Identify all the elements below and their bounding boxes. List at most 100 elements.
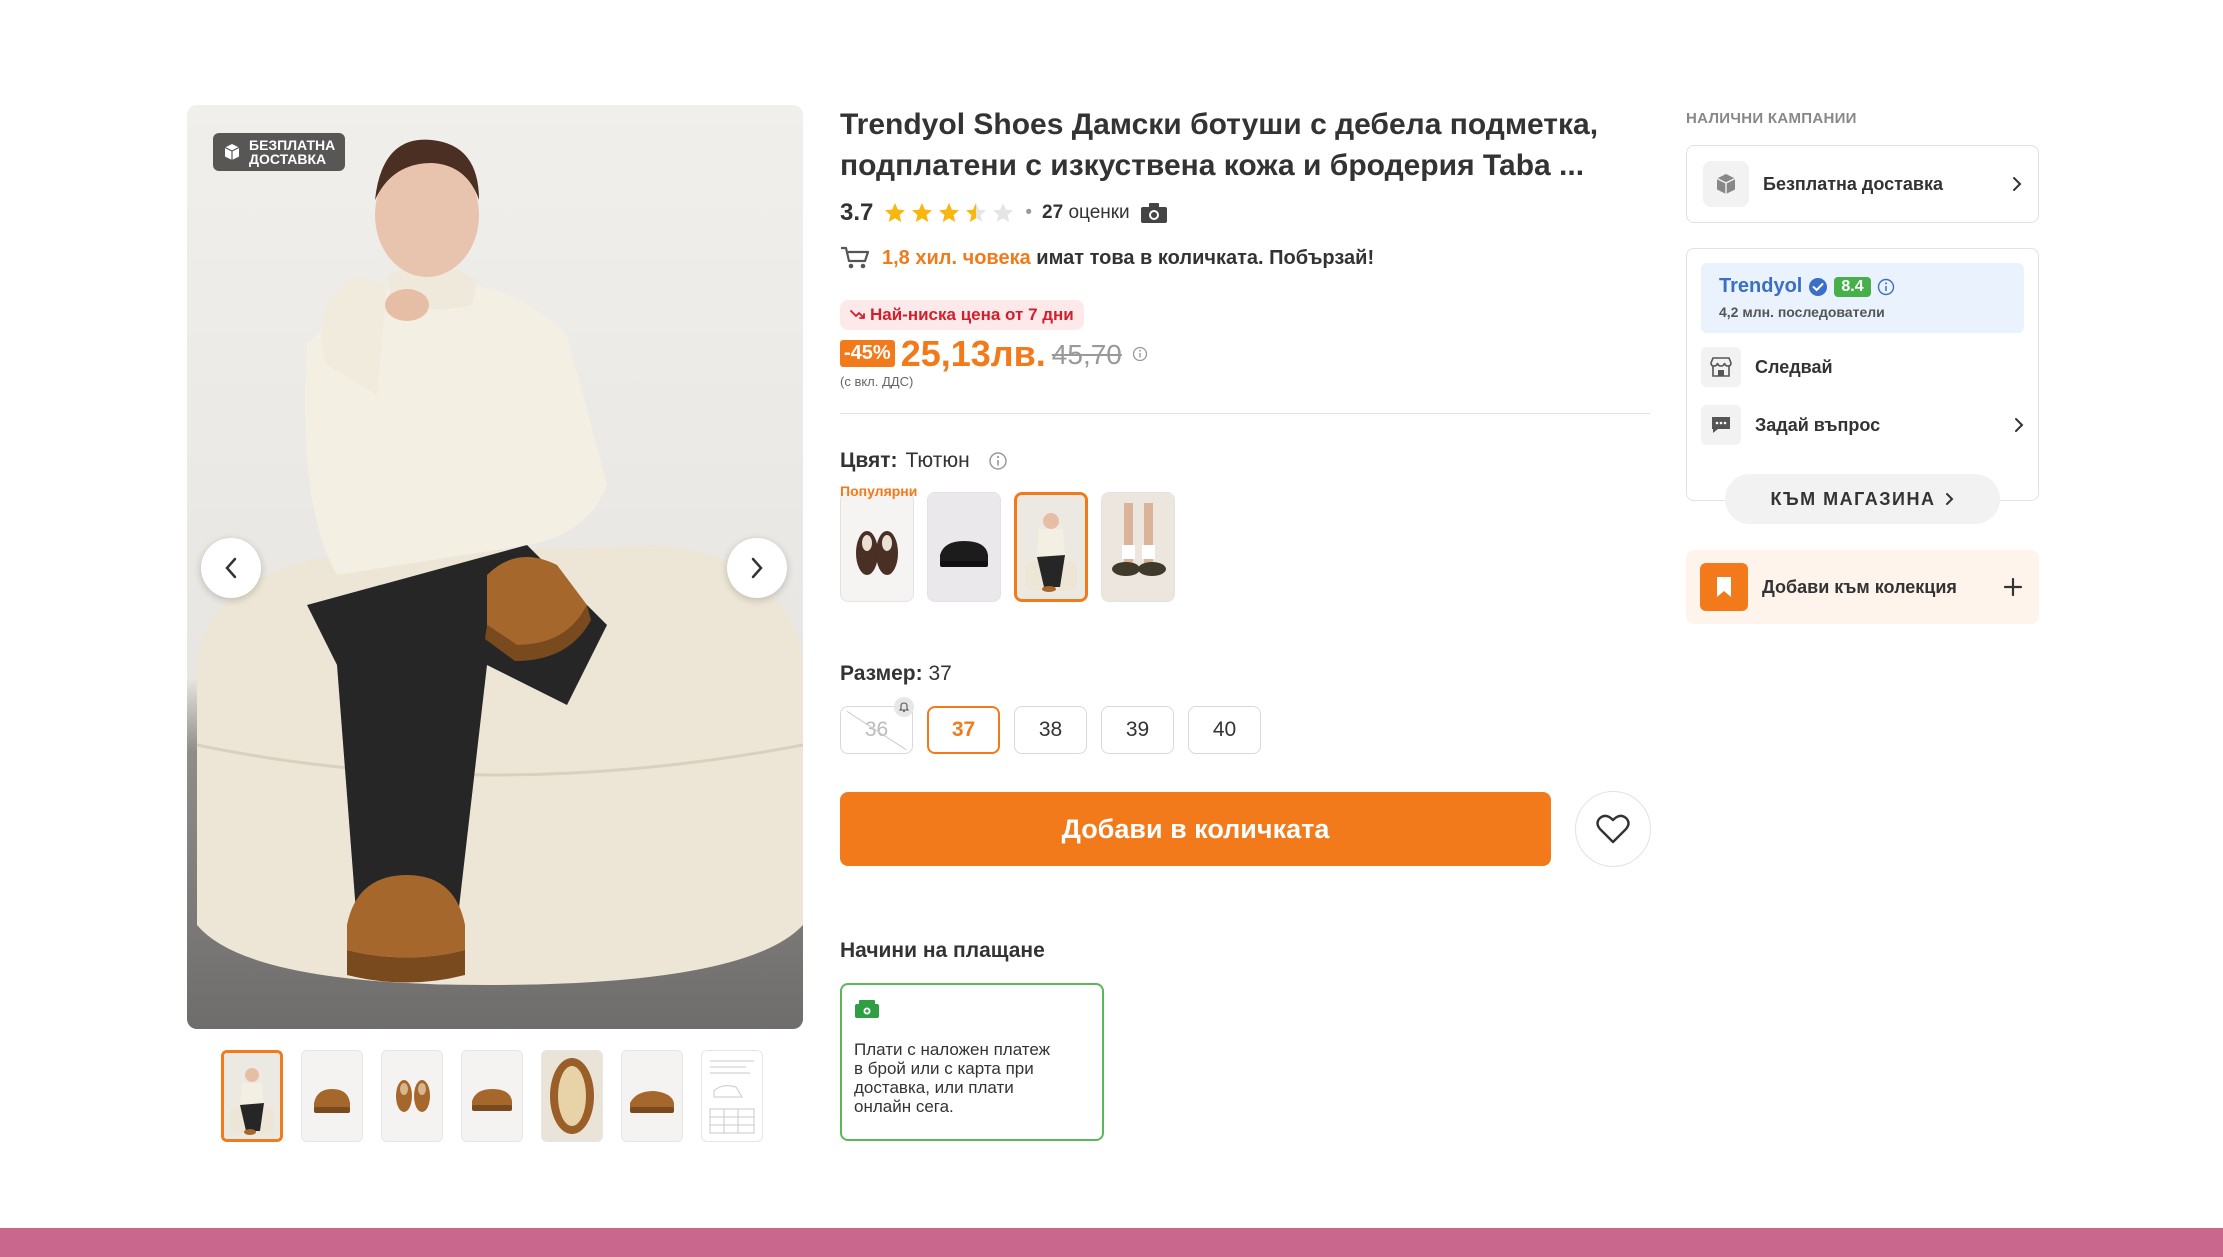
info-icon[interactable] bbox=[1132, 346, 1148, 362]
free-shipping-badge: БЕЗПЛАТНА ДОСТАВКА bbox=[213, 133, 346, 171]
size-options: 36 37 38 39 40 bbox=[840, 697, 1261, 754]
campaign-free-shipping[interactable]: Безплатна доставка bbox=[1686, 145, 2039, 223]
ask-question-button[interactable]: Задай въпрос bbox=[1701, 401, 2024, 449]
info-icon[interactable] bbox=[988, 451, 1008, 471]
gallery-thumbnail[interactable] bbox=[621, 1050, 683, 1142]
gallery-thumbnail[interactable] bbox=[541, 1050, 603, 1142]
chevron-right-icon bbox=[2015, 418, 2024, 432]
to-store-button[interactable]: КЪМ МАГАЗИНА bbox=[1725, 474, 2000, 524]
color-swatch[interactable] bbox=[1101, 492, 1175, 602]
size-label: Размер: 37 bbox=[840, 662, 952, 686]
campaign-label: Безплатна доставка bbox=[1763, 173, 1944, 194]
favorite-button[interactable] bbox=[1575, 791, 1651, 867]
color-swatch[interactable] bbox=[927, 492, 1001, 602]
social-proof-highlight: 1,8 хил. човека bbox=[882, 246, 1031, 269]
gallery-thumbnail[interactable] bbox=[701, 1050, 763, 1142]
dot-separator: • bbox=[1025, 202, 1033, 223]
gallery-next-button[interactable] bbox=[727, 538, 787, 598]
popular-tag: Популярни bbox=[840, 483, 918, 499]
seller-score: 8.4 bbox=[1834, 276, 1871, 297]
rating-row: 3.7 • 27 оценки bbox=[840, 199, 1168, 227]
product-title: Trendyol Shoes Дамски ботуши с дебела по… bbox=[840, 104, 1660, 186]
unavailable-strike bbox=[846, 710, 907, 751]
gallery-thumbnail[interactable] bbox=[461, 1050, 523, 1142]
store-icon bbox=[1701, 347, 1741, 387]
lowest-price-text: Най-ниска цена от 7 дни bbox=[870, 305, 1074, 324]
product-photo bbox=[187, 105, 803, 1029]
star-empty-icon bbox=[993, 203, 1014, 222]
color-swatch[interactable] bbox=[840, 492, 914, 602]
rating-value: 3.7 bbox=[840, 199, 874, 226]
reviews-link[interactable]: 27 оценки bbox=[1042, 202, 1130, 224]
payment-method-card[interactable]: Плати с наложен платеж в брой или с карт… bbox=[840, 983, 1104, 1141]
color-label: Цвят: Тютюн bbox=[840, 449, 1008, 473]
size-option[interactable]: 36 bbox=[840, 697, 914, 754]
star-icon bbox=[939, 203, 960, 222]
social-proof: 1,8 хил. човека имат това в количката. П… bbox=[840, 245, 1374, 271]
follow-button[interactable]: Следвай bbox=[1701, 343, 2024, 391]
old-price: 45,70 bbox=[1051, 339, 1122, 370]
star-icon bbox=[885, 203, 906, 222]
gallery-thumbnail[interactable] bbox=[301, 1050, 363, 1142]
divider bbox=[840, 413, 1650, 414]
gallery-thumbnail[interactable] bbox=[381, 1050, 443, 1142]
main-product-image[interactable]: БЕЗПЛАТНА ДОСТАВКА bbox=[187, 105, 803, 1029]
add-to-collection-button[interactable]: Добави към колекция bbox=[1686, 550, 2039, 624]
bottom-bar bbox=[0, 1228, 2223, 1257]
size-option-label: 39 bbox=[1125, 718, 1150, 741]
box-icon bbox=[1703, 161, 1749, 207]
gallery-prev-button[interactable] bbox=[201, 538, 261, 598]
trend-down-icon bbox=[850, 310, 865, 319]
vat-note: (с вкл. ДДС) bbox=[840, 374, 914, 389]
size-option[interactable]: 39 bbox=[1101, 706, 1174, 754]
size-option[interactable]: 40 bbox=[1188, 706, 1261, 754]
box-icon bbox=[223, 143, 241, 161]
size-option[interactable]: 37 bbox=[927, 706, 1000, 754]
color-swatches bbox=[840, 492, 1175, 602]
follow-label: Следвай bbox=[1755, 356, 1833, 377]
info-icon[interactable] bbox=[1877, 278, 1895, 296]
reviews-count: 27 bbox=[1042, 202, 1064, 223]
plus-icon bbox=[2003, 577, 2023, 597]
size-value: 37 bbox=[928, 662, 952, 685]
chevron-right-icon bbox=[2013, 177, 2022, 191]
payment-method-text: Плати с наложен платеж в брой или с карт… bbox=[854, 1040, 1051, 1116]
social-proof-text: имат това в количката. Побързай! bbox=[1036, 246, 1375, 269]
seller-card: Trendyol 8.4 4,2 млн. последователи След… bbox=[1686, 248, 2039, 501]
camera-icon bbox=[1140, 203, 1167, 223]
color-swatch[interactable] bbox=[1014, 492, 1088, 602]
bookmark-icon bbox=[1700, 563, 1748, 611]
ask-question-label: Задай въпрос bbox=[1755, 414, 1881, 435]
current-price: 25,13лв. bbox=[900, 333, 1046, 374]
to-store-label: КЪМ МАГАЗИНА bbox=[1770, 488, 1936, 509]
cart-icon bbox=[841, 246, 870, 269]
star-half-icon bbox=[966, 203, 987, 222]
seller-name[interactable]: Trendyol bbox=[1719, 275, 1802, 298]
product-brand[interactable]: Trendyol Shoes bbox=[840, 108, 1063, 141]
gallery-thumbnails bbox=[221, 1050, 763, 1142]
cash-icon bbox=[855, 1000, 879, 1018]
add-to-cart-button[interactable]: Добави в количката bbox=[840, 792, 1551, 866]
price-row: -45% 25,13лв. 45,70 bbox=[840, 334, 1148, 374]
campaigns-title: НАЛИЧНИ КАМПАНИИ bbox=[1686, 110, 1857, 127]
seller-followers: 4,2 млн. последователи bbox=[1719, 304, 1885, 320]
discount-badge: -45% bbox=[840, 340, 895, 367]
collection-label: Добави към колекция bbox=[1762, 576, 1957, 597]
color-value: Тютюн bbox=[905, 449, 970, 472]
verified-icon bbox=[1809, 277, 1828, 296]
chat-icon bbox=[1701, 405, 1741, 445]
chevron-right-icon bbox=[1946, 493, 1954, 505]
size-option[interactable]: 38 bbox=[1014, 706, 1087, 754]
badge-line-2: ДОСТАВКА bbox=[249, 151, 327, 167]
chevron-left-icon bbox=[225, 557, 237, 579]
seller-header[interactable]: Trendyol 8.4 4,2 млн. последователи bbox=[1701, 263, 2024, 333]
chevron-right-icon bbox=[751, 557, 763, 579]
heart-icon bbox=[1596, 814, 1630, 844]
badge-line-1: БЕЗПЛАТНА bbox=[249, 137, 336, 153]
star-icon bbox=[912, 203, 933, 222]
payment-title: Начини на плащане bbox=[840, 939, 1045, 962]
size-label-title: Размер: bbox=[840, 662, 923, 685]
bell-icon[interactable] bbox=[894, 697, 914, 717]
gallery-thumbnail[interactable] bbox=[221, 1050, 283, 1142]
size-option-label: 40 bbox=[1212, 718, 1237, 741]
